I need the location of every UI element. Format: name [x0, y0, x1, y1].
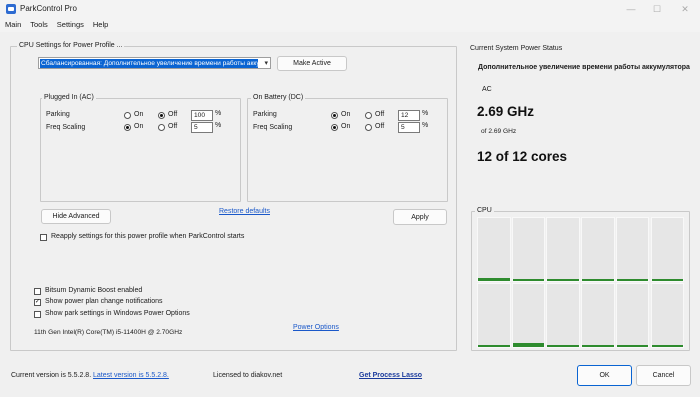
power-options-link[interactable]: Power Options — [293, 324, 339, 331]
make-active-button[interactable]: Make Active — [277, 56, 347, 71]
cpu-core-9-load-bar — [547, 345, 580, 347]
cpu-core-grid — [477, 217, 685, 349]
cpu-core-9-cell — [546, 283, 581, 348]
power-plan-notifications-checkbox[interactable]: ✓ — [34, 299, 41, 306]
dynamic-boost-label: Bitsum Dynamic Boost enabled — [45, 287, 143, 294]
ac-parking-unit: % — [215, 110, 222, 117]
cpu-core-10-cell — [581, 283, 615, 348]
dc-parking-off-radio[interactable] — [365, 112, 372, 119]
cpu-core-7-cell — [477, 283, 511, 348]
dc-freq-percent-input[interactable]: 5 — [398, 122, 420, 133]
get-process-lasso-link[interactable]: Get Process Lasso — [359, 372, 422, 379]
license-text: Licensed to diakov.net — [213, 372, 283, 379]
ac-freq-off-label: Off — [168, 123, 178, 130]
cpu-core-12-load-bar — [651, 345, 684, 347]
chevron-down-icon[interactable]: ▾ — [264, 59, 268, 67]
max-frequency: of 2.69 GHz — [481, 128, 517, 135]
ac-freq-label: Freq Scaling — [46, 124, 86, 131]
cpu-core-3-load-bar — [547, 279, 580, 281]
cpu-core-7-load-bar — [478, 345, 510, 347]
ac-parking-on-label: On — [134, 111, 144, 118]
cpu-model-label: 11th Gen Intel(R) Core(TM) i5-11400H @ 2… — [34, 329, 183, 336]
close-button[interactable]: ✕ — [672, 1, 698, 17]
cpu-core-11-cell — [615, 283, 650, 348]
cpu-core-4-load-bar — [582, 279, 614, 281]
latest-version-link[interactable]: Latest version is 5.5.2.8. — [93, 372, 169, 379]
power-profile-value: Сбалансированная: Дополнительное увеличе… — [40, 59, 258, 68]
ac-freq-percent-input[interactable]: 5 — [191, 122, 213, 133]
ok-button[interactable]: OK — [577, 365, 632, 386]
cpu-settings-title: CPU Settings for Power Profile ... — [17, 42, 125, 49]
menu-tools[interactable]: Tools — [25, 18, 52, 32]
power-profile-select[interactable]: Сбалансированная: Дополнительное увеличе… — [38, 57, 271, 69]
reapply-label: Reapply settings for this power profile … — [51, 233, 245, 240]
ac-parking-off-label: Off — [168, 111, 178, 118]
dc-freq-off-radio[interactable] — [365, 124, 372, 131]
dc-freq-unit: % — [422, 122, 429, 129]
minimize-button[interactable]: — — [618, 1, 644, 17]
ac-freq-on-label: On — [134, 123, 144, 130]
cpu-core-6-cell — [650, 217, 685, 282]
plugged-in-title: Plugged In (AC) — [42, 94, 96, 101]
menu-bar: Main Tools Settings Help — [0, 18, 700, 32]
menu-settings[interactable]: Settings — [52, 18, 88, 32]
power-status-title: Current System Power Status — [470, 45, 563, 52]
park-settings-checkbox[interactable] — [34, 311, 41, 318]
ac-parking-off-radio[interactable] — [158, 112, 165, 119]
ac-parking-label: Parking — [46, 111, 70, 118]
active-profile-name: Дополнительное увеличение времени работы… — [478, 64, 690, 71]
cpu-core-10-load-bar — [582, 345, 614, 347]
on-battery-title: On Battery (DC) — [251, 94, 306, 101]
cpu-core-5-load-bar — [616, 279, 649, 281]
app-logo-icon — [6, 4, 16, 14]
cpu-core-4-cell — [581, 217, 615, 282]
window-title: ParkControl Pro — [20, 4, 77, 13]
maximize-button[interactable]: ☐ — [644, 1, 670, 17]
active-cores: 12 of 12 cores — [477, 149, 568, 164]
ac-parking-on-radio[interactable] — [124, 112, 131, 119]
menu-help[interactable]: Help — [88, 18, 112, 32]
cpu-core-2-load-bar — [512, 279, 545, 281]
cpu-core-1-load-bar — [478, 277, 510, 281]
dc-freq-label: Freq Scaling — [253, 124, 293, 131]
apply-button[interactable]: Apply — [393, 209, 447, 225]
cpu-graph-title: CPU — [475, 207, 494, 214]
cpu-core-8-load-bar — [512, 343, 545, 347]
cpu-core-3-cell — [546, 217, 581, 282]
dc-parking-unit: % — [422, 110, 429, 117]
ac-freq-unit: % — [215, 122, 222, 129]
park-settings-label: Show park settings in Windows Power Opti… — [45, 310, 190, 317]
hide-advanced-button[interactable]: Hide Advanced — [41, 209, 111, 224]
cpu-core-2-cell — [511, 217, 546, 282]
cpu-core-6-load-bar — [651, 279, 684, 281]
dc-parking-percent-input[interactable]: 12 — [398, 110, 420, 121]
current-version-text: Current version is 5.5.2.8. — [11, 372, 92, 379]
dc-parking-on-label: On — [341, 111, 351, 118]
ac-freq-off-radio[interactable] — [158, 124, 165, 131]
reapply-checkbox[interactable] — [40, 234, 47, 241]
restore-defaults-link[interactable]: Restore defaults — [219, 208, 270, 215]
current-frequency: 2.69 GHz — [477, 104, 535, 119]
dc-freq-off-label: Off — [375, 123, 385, 130]
ac-parking-percent-input[interactable]: 100 — [191, 110, 213, 121]
title-bar[interactable]: ParkControl Pro — ☐ ✕ — [0, 0, 700, 18]
dc-parking-off-label: Off — [375, 111, 385, 118]
cpu-core-5-cell — [615, 217, 650, 282]
dc-parking-on-radio[interactable] — [331, 112, 338, 119]
dc-parking-label: Parking — [253, 111, 277, 118]
cpu-core-12-cell — [650, 283, 685, 348]
cpu-core-11-load-bar — [616, 345, 649, 347]
ac-freq-on-radio[interactable] — [124, 124, 131, 131]
dc-freq-on-label: On — [341, 123, 351, 130]
dynamic-boost-checkbox[interactable] — [34, 288, 41, 295]
cpu-core-8-cell — [511, 283, 546, 348]
dc-freq-on-radio[interactable] — [331, 124, 338, 131]
cancel-button[interactable]: Cancel — [636, 365, 691, 386]
power-plan-notifications-label: Show power plan change notifications — [45, 298, 163, 305]
cpu-core-1-cell — [477, 217, 511, 282]
menu-main[interactable]: Main — [0, 18, 25, 32]
power-source: AC — [482, 86, 492, 93]
